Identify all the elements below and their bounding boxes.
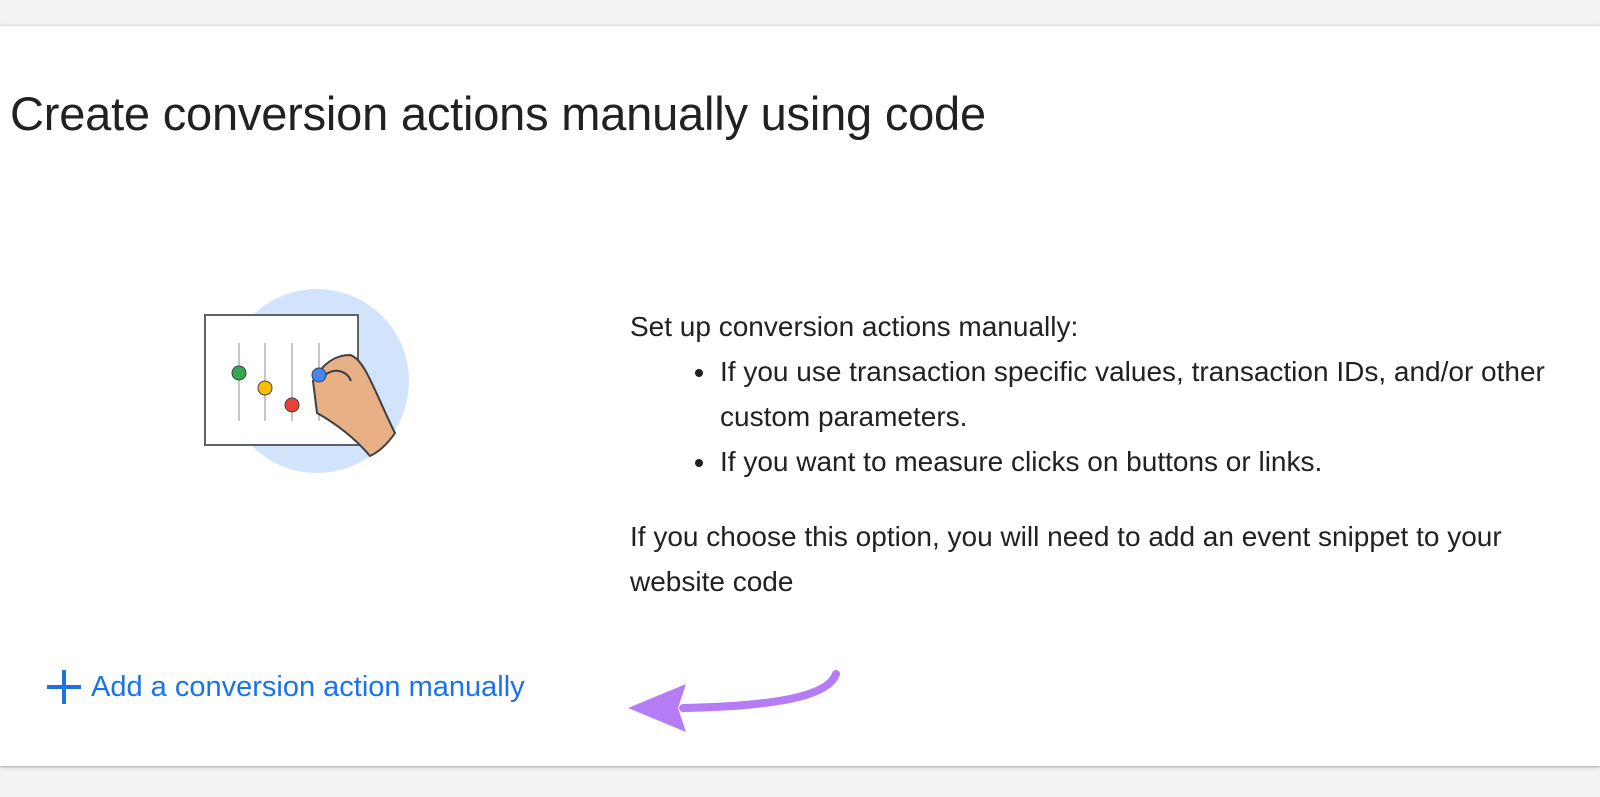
slider-knob-green — [231, 365, 247, 381]
slider-knob-red — [284, 397, 300, 413]
slider-knob-blue — [311, 367, 327, 383]
description-list: If you use transaction specific values, … — [630, 349, 1590, 484]
add-conversion-action-label: Add a conversion action manually — [91, 670, 525, 703]
description-note: If you choose this option, you will need… — [630, 521, 1502, 597]
page-title: Create conversion actions manually using… — [10, 87, 986, 140]
sliders-illustration — [204, 289, 409, 473]
slider-knob-yellow — [257, 380, 273, 396]
add-conversion-action-button[interactable]: Add a conversion action manually — [45, 668, 525, 706]
arrow-icon — [628, 670, 840, 732]
content-card: Create conversion actions manually using… — [0, 25, 1600, 766]
list-item: If you want to measure clicks on buttons… — [718, 439, 1590, 484]
description-intro: Set up conversion actions manually: — [630, 311, 1079, 342]
list-item: If you use transaction specific values, … — [718, 349, 1590, 439]
plus-icon — [47, 670, 81, 704]
description: Set up conversion actions manually: If y… — [630, 304, 1590, 604]
